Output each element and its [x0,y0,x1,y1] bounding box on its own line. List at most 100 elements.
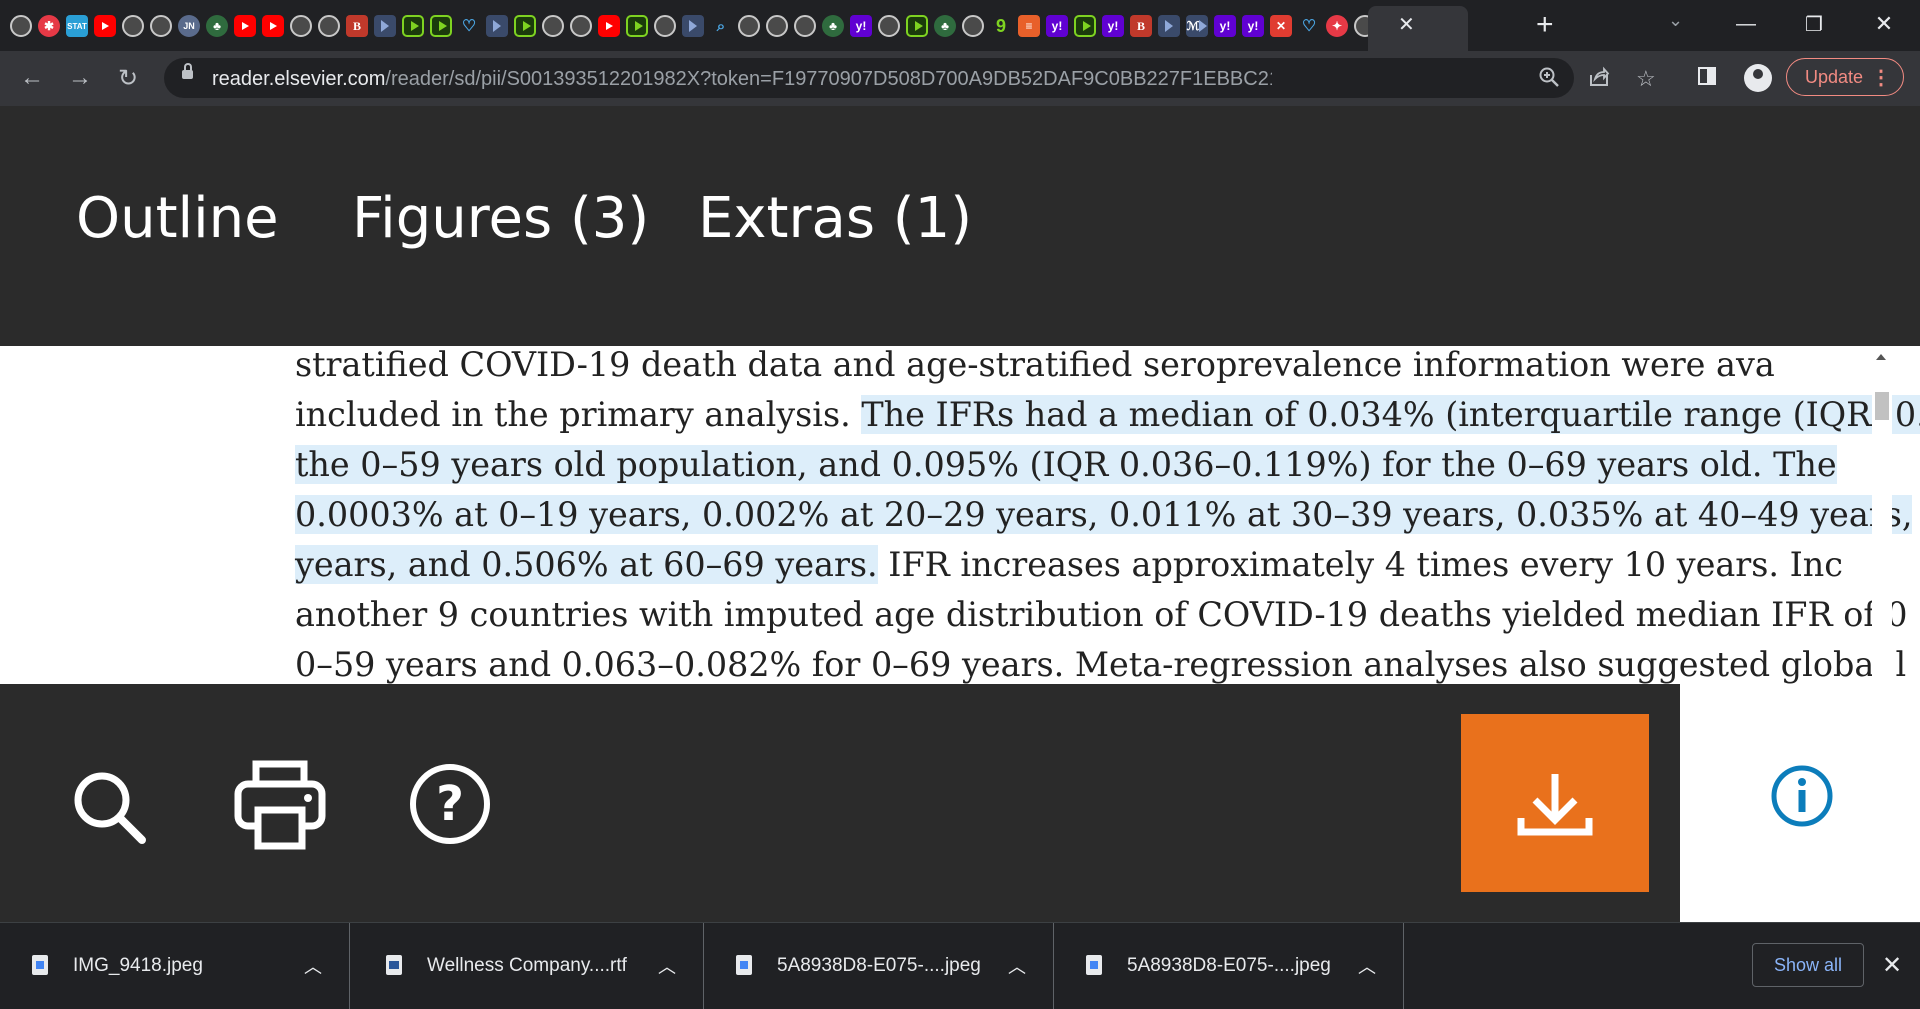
b-favicon-icon[interactable]: B [346,15,368,37]
tree-favicon-icon[interactable]: ♣ [822,15,844,37]
heart-favicon-icon[interactable]: ♡ [1298,15,1320,37]
chevron-up-icon[interactable]: ︿ [1358,953,1376,979]
browser-toolbar: ← → ↻ reader.elsevier.com/reader/sd/pii/… [0,51,1920,107]
scroll-up-arrow-icon[interactable] [1876,354,1886,360]
globe-favicon-icon[interactable] [794,15,816,37]
globe-favicon-icon[interactable] [766,15,788,37]
arrow-favicon-icon[interactable] [1158,15,1180,37]
tab-figures[interactable]: Figures (3) [352,186,649,251]
youtube-favicon-icon[interactable] [598,15,620,37]
document-viewer[interactable]: stratified COVID-19 death data and age-s… [0,346,1920,684]
print-icon[interactable] [232,760,328,850]
text-line: included in the primary analysis. The IF… [295,390,1920,440]
profile-avatar-icon[interactable] [1744,64,1772,92]
text-line: years, and 0.506% at 60–69 years. IFR in… [295,540,1865,590]
arrow-favicon-icon[interactable] [374,15,396,37]
search-favicon-icon[interactable]: ⌕ [710,15,732,37]
download-item[interactable]: Wellness Company....rtf ︿ [354,923,704,1009]
info-icon[interactable] [1770,764,1834,828]
url-text[interactable]: reader.elsevier.com/reader/sd/pii/S00139… [212,68,1272,91]
yahoo-favicon-icon[interactable]: y! [1214,15,1236,37]
globe-favicon-icon[interactable] [962,15,984,37]
stat-favicon-icon[interactable]: STAT [66,15,88,37]
reload-icon[interactable]: ↻ [110,60,146,96]
kebab-menu-icon[interactable]: ⋮ [1871,65,1891,90]
yahoo-favicon-icon[interactable]: y! [850,15,872,37]
text-favicon-icon[interactable]: ℳ [1186,15,1208,37]
globe-favicon-icon[interactable] [570,15,592,37]
yahoo-favicon-icon[interactable]: y! [1046,15,1068,37]
jn-favicon-icon[interactable]: JN [178,15,200,37]
highlighted-text: The IFRs had a median of 0.034% (interqu… [861,395,1920,434]
close-download-shelf-icon[interactable]: ✕ [1882,951,1902,980]
tab-extras[interactable]: Extras (1) [698,186,972,251]
new-tab-button[interactable]: + [1536,8,1554,42]
youtube-favicon-icon[interactable] [262,15,284,37]
play-favicon-icon[interactable] [906,15,928,37]
scroll-thumb[interactable] [1875,392,1889,420]
download-item[interactable]: IMG_9418.jpeg ︿ [0,923,350,1009]
bookmark-star-icon[interactable]: ☆ [1636,66,1656,92]
globe-favicon-icon[interactable] [122,15,144,37]
update-button[interactable]: Update ⋮ [1786,58,1904,96]
tab-search-chevron-icon[interactable]: ⌄ [1668,10,1683,31]
arrow-favicon-icon[interactable] [486,15,508,37]
side-panel-icon[interactable] [1698,67,1716,85]
lock-icon[interactable] [182,63,193,79]
ali-favicon-icon[interactable]: ✦ [1326,15,1348,37]
chevron-up-icon[interactable]: ︿ [304,953,322,979]
play-favicon-icon[interactable] [1074,15,1096,37]
restore-window-button[interactable]: ❐ [1784,4,1844,44]
play-favicon-icon[interactable] [514,15,536,37]
help-icon[interactable]: ? [408,762,492,846]
download-item[interactable]: 5A8938D8-E075-....jpeg ︿ [704,923,1054,1009]
show-all-downloads-button[interactable]: Show all [1752,943,1864,987]
zoom-icon[interactable] [1538,66,1560,94]
play-favicon-icon[interactable] [626,15,648,37]
globe-favicon-icon[interactable] [10,15,32,37]
tab-close-icon[interactable]: ✕ [1398,12,1415,37]
youtube-favicon-icon[interactable] [234,15,256,37]
active-tab[interactable] [1368,6,1468,51]
close-favicon-icon[interactable]: ✕ [1270,15,1292,37]
back-arrow-icon[interactable]: ← [14,60,50,96]
search-icon[interactable] [70,768,150,848]
nine-favicon-icon[interactable]: 9 [990,15,1012,37]
download-icon [1517,774,1593,836]
text-segment: another 9 countries with imputed age dis… [295,595,1908,634]
info-panel [1680,684,1920,922]
tree-favicon-icon[interactable]: ♣ [934,15,956,37]
download-filename: Wellness Company....rtf [427,955,627,976]
youtube-favicon-icon[interactable] [94,15,116,37]
arrow-favicon-icon[interactable] [682,15,704,37]
globe-favicon-icon[interactable] [654,15,676,37]
minimize-window-button[interactable]: — [1716,4,1776,44]
globe-favicon-icon[interactable] [150,15,172,37]
yahoo-favicon-icon[interactable]: y! [1242,15,1264,37]
globe-favicon-icon[interactable] [318,15,340,37]
forward-arrow-icon[interactable]: → [62,60,98,96]
close-window-button[interactable]: ✕ [1854,4,1914,44]
share-icon[interactable] [1588,66,1610,94]
address-bar[interactable]: reader.elsevier.com/reader/sd/pii/S00139… [164,58,1656,98]
chevron-up-icon[interactable]: ︿ [658,953,676,979]
b-favicon-icon[interactable]: B [1130,15,1152,37]
heart-favicon-icon[interactable]: ♡ [458,15,480,37]
download-item[interactable]: 5A8938D8-E075-....jpeg ︿ [1054,923,1404,1009]
download-pdf-button[interactable] [1461,714,1649,892]
globe-favicon-icon[interactable] [878,15,900,37]
document-scrollbar[interactable] [1872,346,1892,684]
play-favicon-icon[interactable] [430,15,452,37]
book-favicon-icon[interactable]: ≡ [1018,15,1040,37]
globe-favicon-icon[interactable] [738,15,760,37]
chevron-up-icon[interactable]: ︿ [1008,953,1026,979]
image-file-icon [1086,955,1102,975]
yahoo-favicon-icon[interactable]: y! [1102,15,1124,37]
tab-outline[interactable]: Outline [76,186,279,251]
image-favicon-icon[interactable] [542,15,564,37]
play-favicon-icon[interactable] [402,15,424,37]
tree-favicon-icon[interactable]: ♣ [206,15,228,37]
alien-favicon-icon[interactable]: ✱ [38,15,60,37]
reader-bottom-toolbar: ? [0,684,1920,922]
globe-favicon-icon[interactable] [290,15,312,37]
